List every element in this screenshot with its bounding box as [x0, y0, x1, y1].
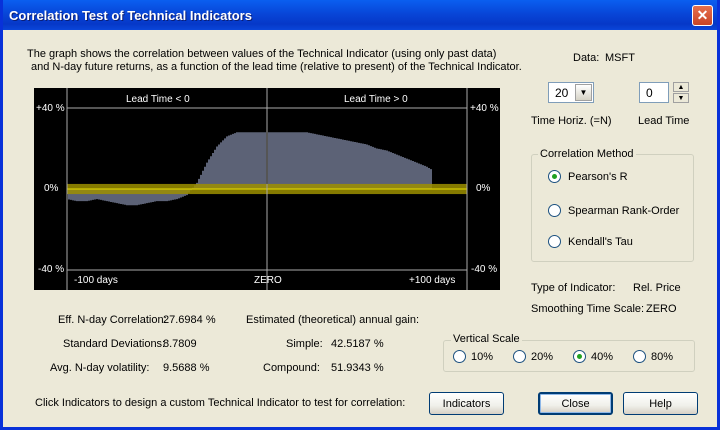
eff-correlation-value: 27.6984 % — [163, 314, 216, 326]
spin-up-button[interactable]: ▲ — [673, 82, 689, 92]
radio-scale-10-label[interactable]: 10% — [471, 351, 493, 363]
radio-kendall-label[interactable]: Kendall's Tau — [568, 236, 633, 248]
volatility-value: 9.5688 % — [163, 362, 210, 374]
close-icon: ✕ — [696, 7, 709, 23]
radio-spearman-label[interactable]: Spearman Rank-Order — [568, 205, 679, 217]
y-tick-bottom-right: -40 % — [471, 264, 498, 275]
description-line-2: and N-day future returns, as a function … — [31, 61, 522, 73]
footer-hint: Click Indicators to design a custom Tech… — [35, 397, 406, 409]
radio-scale-40-label[interactable]: 40% — [591, 351, 613, 363]
radio-scale-20[interactable] — [513, 350, 526, 363]
description-text: The graph shows the correlation between … — [27, 48, 522, 74]
correlation-method-title: Correlation Method — [538, 148, 636, 160]
lead-time-positive-label: Lead Time > 0 — [344, 94, 408, 105]
radio-scale-40[interactable] — [573, 350, 586, 363]
lead-time-label: Lead Time — [638, 115, 690, 127]
data-label: Data: — [573, 52, 600, 64]
annual-gain-title: Estimated (theoretical) annual gain: — [246, 314, 420, 326]
simple-gain-value: 42.5187 % — [331, 338, 384, 350]
radio-scale-80-label[interactable]: 80% — [651, 351, 673, 363]
title-bar[interactable]: Correlation Test of Technical Indicators… — [3, 0, 717, 30]
compound-gain-value: 51.9343 % — [331, 362, 384, 374]
close-window-button[interactable]: ✕ — [692, 5, 713, 26]
y-tick-top-left: +40 % — [36, 103, 65, 114]
radio-scale-10[interactable] — [453, 350, 466, 363]
help-button[interactable]: Help — [623, 392, 698, 415]
y-tick-top-right: +40 % — [470, 103, 499, 114]
x-tick-right: +100 days — [409, 275, 456, 286]
chevron-down-icon: ▼ — [677, 94, 685, 102]
x-tick-mid: ZERO — [254, 275, 282, 286]
lead-time-input[interactable]: 0 — [639, 82, 669, 103]
chevron-down-icon[interactable]: ▼ — [575, 84, 592, 101]
eff-correlation-label: Eff. N-day Correlation: — [58, 314, 167, 326]
simple-gain-label: Simple: — [286, 338, 323, 350]
vertical-scale-title: Vertical Scale — [451, 333, 522, 345]
time-horizon-value: 20 — [555, 86, 569, 100]
radio-kendall[interactable] — [548, 235, 561, 248]
x-tick-left: -100 days — [74, 275, 118, 286]
close-button[interactable]: Close — [538, 392, 613, 415]
indicator-type-label: Type of Indicator: — [531, 282, 616, 294]
y-tick-bottom-left: -40 % — [38, 264, 65, 275]
spin-down-button[interactable]: ▼ — [673, 93, 689, 103]
indicators-button[interactable]: Indicators — [429, 392, 504, 415]
std-deviations-label: Standard Deviations: — [63, 338, 166, 350]
correlation-chart: Lead Time < 0 Lead Time > 0 +40 % +40 % … — [34, 88, 500, 290]
chart-bars — [66, 132, 432, 206]
data-value: MSFT — [605, 52, 635, 64]
time-horizon-select[interactable]: 20 ▼ — [548, 82, 594, 103]
std-deviations-value: 8.7809 — [163, 338, 197, 350]
description-line-1: The graph shows the correlation between … — [27, 48, 497, 60]
radio-spearman[interactable] — [548, 204, 561, 217]
indicator-type-value: Rel. Price — [633, 282, 681, 294]
smoothing-label: Smoothing Time Scale: — [531, 303, 645, 315]
radio-scale-80[interactable] — [633, 350, 646, 363]
time-horizon-label: Time Horiz. (=N) — [531, 115, 612, 127]
volatility-label: Avg. N-day volatility: — [50, 362, 150, 374]
lead-time-value: 0 — [646, 86, 653, 100]
compound-gain-label: Compound: — [263, 362, 320, 374]
dialog-window: Correlation Test of Technical Indicators… — [0, 0, 720, 430]
chart-plot — [66, 88, 468, 290]
window-title: Correlation Test of Technical Indicators — [9, 8, 252, 23]
y-tick-mid-right: 0% — [476, 183, 491, 194]
smoothing-value: ZERO — [646, 303, 677, 315]
radio-pearson-label[interactable]: Pearson's R — [568, 171, 628, 183]
chevron-up-icon: ▲ — [677, 83, 685, 91]
radio-pearson[interactable] — [548, 170, 561, 183]
radio-scale-20-label[interactable]: 20% — [531, 351, 553, 363]
y-tick-mid-left: 0% — [44, 183, 59, 194]
lead-time-negative-label: Lead Time < 0 — [126, 94, 190, 105]
